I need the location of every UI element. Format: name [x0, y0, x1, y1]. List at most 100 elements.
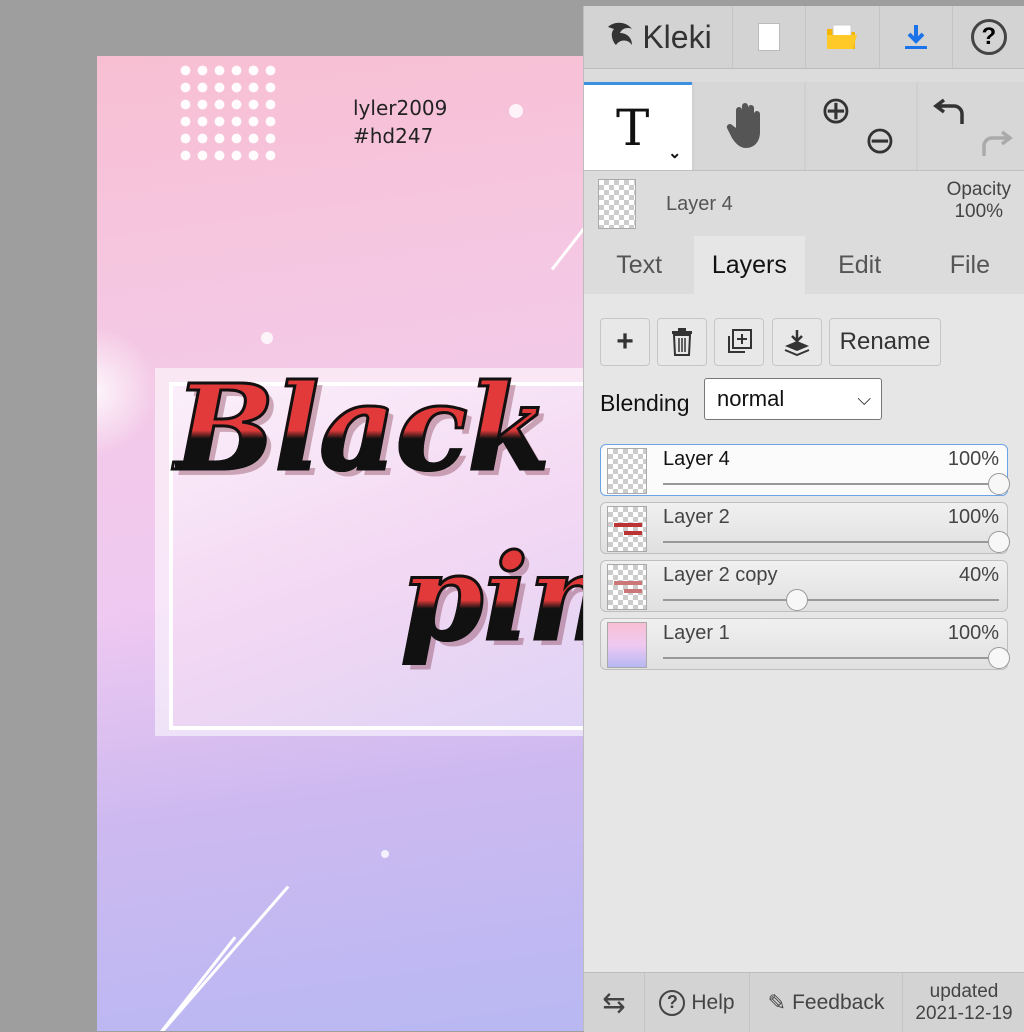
layer-opacity: 100% — [947, 506, 999, 528]
sparkle-dot — [509, 104, 523, 118]
undo-icon[interactable] — [932, 94, 968, 130]
current-layer-name: Layer 4 — [666, 193, 733, 215]
updated-label: updated — [929, 980, 999, 1002]
layers-panel: + Rename Blending normal ⌵ Layer 4 100% … — [584, 294, 1024, 974]
merge-layer-button[interactable] — [772, 318, 822, 366]
layer-thumbnail — [607, 622, 647, 668]
credit-text: lyler2009 #hd247 — [353, 94, 447, 150]
opacity-control[interactable]: Opacity 100% — [947, 179, 1011, 223]
updated-date: 2021-12-19 — [915, 1002, 1013, 1024]
layer-opacity-handle[interactable] — [988, 531, 1010, 553]
swap-arrows-icon: ⇆ — [602, 987, 626, 1018]
light-glow — [97, 326, 157, 456]
help-icon: ? — [970, 19, 1007, 55]
layer-opacity: 40% — [958, 564, 999, 586]
top-toolbar: Kleki ? — [584, 6, 1024, 69]
layer-opacity-slider[interactable] — [663, 657, 999, 659]
side-panel: Kleki ? T ⌄ ⊕ ⊖ Layer 4 Opacity 100% Tex… — [583, 6, 1024, 1032]
decor-line — [147, 936, 237, 1031]
help-link[interactable]: ? Help — [645, 973, 750, 1032]
blending-select[interactable]: normal ⌵ — [704, 378, 882, 420]
feedback-link[interactable]: ✎ Feedback — [750, 973, 903, 1032]
tab-text[interactable]: Text — [584, 236, 694, 294]
undo-redo-controls — [918, 82, 1024, 170]
tab-file[interactable]: File — [915, 236, 1024, 294]
layer-name: Layer 4 — [663, 448, 730, 470]
changelog-link[interactable]: updated 2021-12-19 — [903, 973, 1024, 1032]
layer-thumbnail — [607, 448, 647, 494]
merge-down-icon — [784, 330, 810, 356]
drawing-canvas[interactable]: lyler2009 #hd247 Black Black pink pink — [97, 56, 583, 1031]
feedback-pen-icon: ✎ — [767, 989, 787, 1015]
current-layer-thumbnail — [598, 179, 636, 229]
layer-item[interactable]: Layer 2 copy 40% — [600, 560, 1008, 612]
kleki-logo[interactable]: Kleki — [584, 6, 733, 68]
zoom-in-icon[interactable]: ⊕ — [820, 88, 852, 133]
hand-icon — [726, 103, 760, 148]
layer-item[interactable]: Layer 1 100% — [600, 618, 1010, 670]
delete-layer-button[interactable] — [657, 318, 707, 366]
layer-item[interactable]: Layer 4 100% — [600, 444, 1010, 496]
layer-opacity-slider[interactable] — [663, 483, 999, 485]
kleki-bird-icon — [608, 22, 633, 45]
sparkle-dot — [381, 850, 389, 858]
title-word-1: Black — [174, 357, 552, 499]
layer-name: Layer 2 — [663, 506, 730, 528]
app-name: Kleki — [642, 18, 712, 55]
duplicate-layer-button[interactable] — [714, 318, 764, 366]
redo-icon[interactable] — [978, 126, 1014, 162]
new-file-icon — [758, 23, 781, 51]
layer-thumbnail — [607, 506, 647, 552]
text-tool-icon: T — [616, 99, 650, 157]
layer-opacity-handle[interactable] — [988, 473, 1010, 495]
layer-name: Layer 1 — [663, 622, 730, 644]
layer-name: Layer 2 copy — [663, 564, 778, 586]
new-image-button[interactable] — [733, 6, 807, 68]
sparkle-dot — [261, 332, 273, 344]
opacity-value: 100% — [954, 201, 1004, 222]
add-layer-button[interactable]: + — [600, 318, 650, 366]
opacity-label: Opacity — [946, 179, 1011, 200]
layer-opacity: 100% — [947, 622, 999, 644]
panel-tabs: Text Layers Edit File — [584, 236, 1024, 295]
folder-icon — [827, 24, 858, 49]
tab-layers[interactable]: Layers — [694, 236, 805, 294]
layer-opacity-handle[interactable] — [988, 647, 1010, 669]
footer-bar: ⇆ ? Help ✎ Feedback updated 2021-12-19 — [584, 972, 1024, 1032]
credit-line-1: lyler2009 — [353, 96, 448, 120]
blending-label: Blending — [600, 390, 690, 416]
tool-row: T ⌄ ⊕ ⊖ — [584, 82, 1024, 171]
dot-pattern — [177, 62, 277, 162]
hand-tool-button[interactable] — [694, 82, 804, 170]
duplicate-icon — [728, 329, 752, 353]
chevron-down-icon[interactable]: ⌄ — [668, 143, 681, 163]
save-image-button[interactable] — [880, 6, 953, 68]
layer-opacity-handle[interactable] — [786, 589, 809, 611]
zoom-out-icon[interactable]: ⊖ — [864, 118, 896, 163]
canvas-workspace[interactable]: lyler2009 #hd247 Black Black pink pink — [0, 6, 583, 1031]
layer-opacity-slider[interactable] — [663, 599, 999, 601]
feedback-label: Feedback — [792, 990, 885, 1014]
trash-icon — [672, 328, 692, 356]
rename-layer-button[interactable]: Rename — [829, 318, 941, 366]
swap-panel-button[interactable]: ⇆ — [584, 973, 645, 1032]
help-icon: ? — [659, 989, 686, 1016]
open-image-button[interactable] — [806, 6, 880, 68]
title-word-2: pink — [400, 527, 583, 669]
chevron-down-icon: ⌵ — [857, 389, 871, 409]
text-tool-button[interactable]: T ⌄ — [584, 82, 692, 170]
download-icon — [904, 25, 927, 49]
layer-item[interactable]: Layer 2 100% — [600, 502, 1010, 554]
current-layer-info: Layer 4 Opacity 100% — [584, 171, 1024, 233]
help-label: Help — [691, 990, 735, 1014]
zoom-controls: ⊕ ⊖ — [806, 82, 916, 170]
help-button[interactable]: ? — [953, 6, 1024, 68]
layer-thumbnail — [607, 564, 647, 610]
plus-icon: + — [616, 325, 634, 358]
blending-value: normal — [717, 386, 785, 411]
layer-opacity: 100% — [947, 448, 999, 470]
decor-line — [550, 213, 583, 271]
credit-line-2: #hd247 — [353, 124, 434, 148]
layer-opacity-slider[interactable] — [663, 541, 999, 543]
tab-edit[interactable]: Edit — [805, 236, 915, 294]
